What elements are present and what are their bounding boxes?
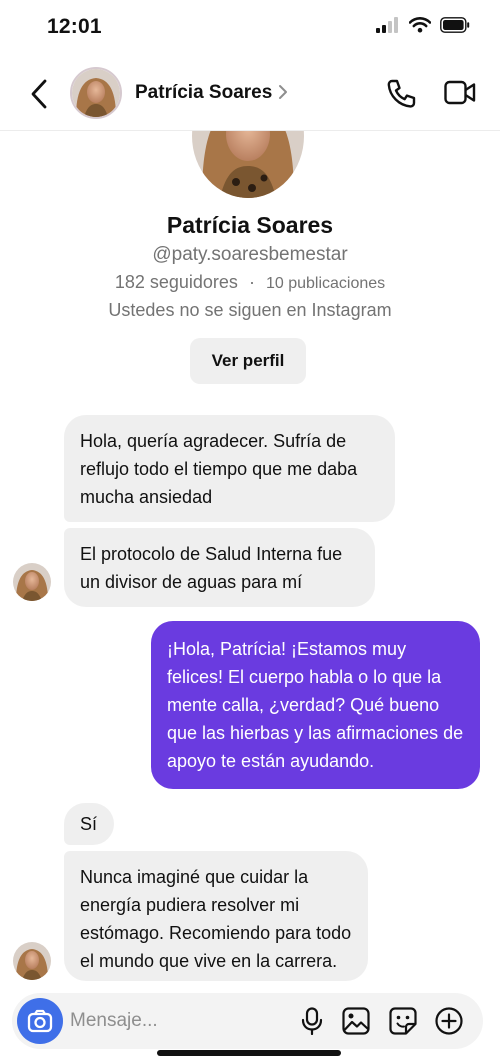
- sticker-icon: [389, 1007, 417, 1035]
- chevron-left-icon: [31, 79, 47, 109]
- posts-count: 10 publicaciones: [265, 275, 386, 292]
- header-contact-name[interactable]: Patrícia Soares: [135, 82, 272, 104]
- status-icons: [376, 17, 470, 33]
- camera-icon: [27, 1009, 53, 1033]
- add-button[interactable]: [434, 1006, 464, 1036]
- back-button[interactable]: [24, 76, 54, 112]
- microphone-button[interactable]: [297, 1006, 327, 1036]
- profile-handle: @paty.soaresbemestar: [152, 244, 348, 265]
- message-incoming[interactable]: Sí: [64, 803, 114, 845]
- microphone-icon: [301, 1007, 323, 1035]
- chat-header: Patrícia Soares: [0, 56, 500, 131]
- message-composer: [12, 993, 483, 1049]
- status-bar: 12:01: [0, 0, 500, 56]
- message-outgoing[interactable]: ¡Hola, Patrícia! ¡Estamos muy felices! E…: [151, 621, 480, 789]
- phone-call-icon[interactable]: [385, 78, 417, 110]
- message-incoming[interactable]: El protocolo de Salud Interna fue un div…: [64, 528, 375, 607]
- chevron-right-icon[interactable]: [278, 84, 288, 100]
- follow-status: Ustedes no se siguen en Instagram: [108, 300, 392, 320]
- header-avatar[interactable]: [70, 67, 122, 119]
- battery-icon: [440, 17, 470, 33]
- status-time: 12:01: [47, 15, 102, 38]
- followers-count: 182 seguidores: [114, 272, 238, 292]
- cellular-signal-icon: [376, 17, 398, 33]
- contact-avatar-small[interactable]: [13, 942, 51, 980]
- image-icon: [342, 1007, 370, 1035]
- wifi-icon: [409, 17, 431, 33]
- message-input[interactable]: [70, 1003, 270, 1039]
- video-call-icon[interactable]: [444, 78, 476, 108]
- camera-button[interactable]: [17, 998, 63, 1044]
- message-incoming[interactable]: Hola, quería agradecer. Sufría de refluj…: [64, 415, 395, 522]
- view-profile-button[interactable]: Ver perfil: [190, 338, 306, 384]
- profile-stats: 182 seguidores · 10 publicaciones: [0, 272, 500, 293]
- stats-separator: ·: [248, 272, 255, 292]
- home-indicator: [157, 1050, 341, 1056]
- profile-name: Patrícia Soares: [166, 212, 334, 238]
- gallery-button[interactable]: [341, 1006, 371, 1036]
- sticker-button[interactable]: [388, 1006, 418, 1036]
- contact-avatar-small[interactable]: [13, 563, 51, 601]
- plus-circle-icon: [435, 1007, 463, 1035]
- message-incoming[interactable]: Nunca imaginé que cuidar la energía pudi…: [64, 851, 368, 981]
